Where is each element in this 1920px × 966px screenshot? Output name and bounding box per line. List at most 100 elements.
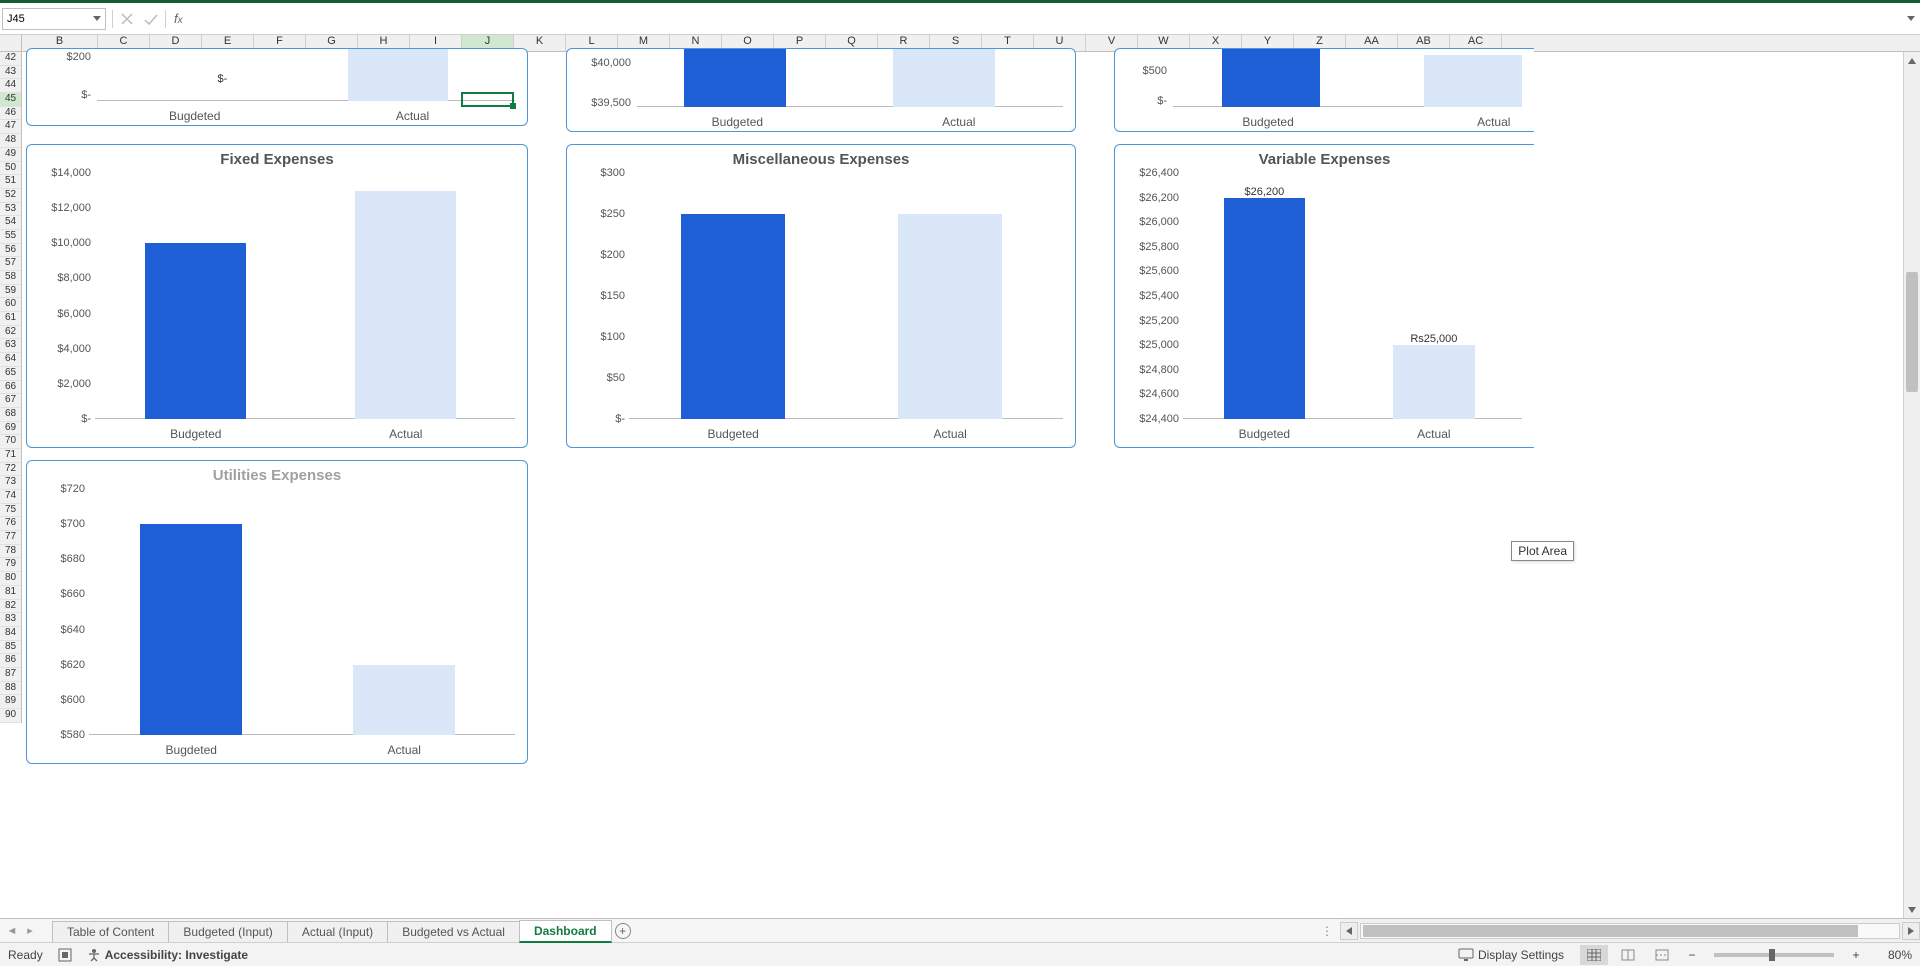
formula-input[interactable]	[189, 8, 1882, 30]
cancel-formula-button[interactable]	[115, 8, 139, 30]
row-header[interactable]: 63	[0, 339, 21, 353]
vertical-scrollbar[interactable]	[1903, 52, 1920, 918]
zoom-in-button[interactable]: +	[1846, 945, 1866, 965]
row-header[interactable]: 88	[0, 682, 21, 696]
row-header[interactable]: 77	[0, 531, 21, 545]
row-header[interactable]: 72	[0, 463, 21, 477]
add-sheet-button[interactable]: +	[611, 919, 635, 942]
chart-card[interactable]: $500 $- Budgeted Actual	[1114, 48, 1534, 132]
row-header[interactable]: 54	[0, 216, 21, 230]
row-header[interactable]: 70	[0, 435, 21, 449]
sheet-cells[interactable]: $200 $- $- Bugdeted Actual $40,000 $39,5…	[22, 52, 1920, 918]
status-ready: Ready	[8, 948, 43, 962]
row-header[interactable]: 67	[0, 394, 21, 408]
row-header[interactable]: 84	[0, 627, 21, 641]
row-header[interactable]: 68	[0, 408, 21, 422]
row-header[interactable]: 60	[0, 298, 21, 312]
row-header[interactable]: 81	[0, 586, 21, 600]
row-header[interactable]: 82	[0, 600, 21, 614]
row-header[interactable]: 64	[0, 353, 21, 367]
fx-icon[interactable]: fx	[168, 11, 189, 26]
row-header[interactable]: 42	[0, 52, 21, 66]
row-header[interactable]: 50	[0, 162, 21, 176]
row-header[interactable]: 89	[0, 695, 21, 709]
row-header[interactable]: 46	[0, 107, 21, 121]
row-header[interactable]: 47	[0, 120, 21, 134]
row-header[interactable]: 55	[0, 230, 21, 244]
chart-title: Fixed Expenses	[27, 151, 527, 168]
sheet-tab[interactable]: Actual (Input)	[287, 921, 388, 942]
row-header[interactable]: 58	[0, 271, 21, 285]
view-page-layout-button[interactable]	[1614, 945, 1642, 965]
chart-card[interactable]: $40,000 $39,500 Budgeted Actual	[566, 48, 1076, 132]
row-header[interactable]: 51	[0, 175, 21, 189]
display-settings-button[interactable]: Display Settings	[1458, 948, 1564, 962]
sheet-tab[interactable]: Budgeted (Input)	[168, 921, 287, 942]
chart-utilities-expenses[interactable]: Utilities Expenses $720$700$680$660$640$…	[26, 460, 528, 764]
name-box[interactable]: J45	[2, 8, 106, 30]
row-header[interactable]: 79	[0, 558, 21, 572]
row-header[interactable]: 65	[0, 367, 21, 381]
sheet-tab-bar: ◄ ▸ Table of ContentBudgeted (Input)Actu…	[0, 918, 1920, 942]
scroll-down-button[interactable]	[1904, 901, 1920, 918]
vscroll-thumb[interactable]	[1906, 272, 1918, 392]
accessibility-status[interactable]: Accessibility: Investigate	[87, 948, 248, 962]
row-header[interactable]: 74	[0, 490, 21, 504]
view-page-break-button[interactable]	[1648, 945, 1676, 965]
row-header[interactable]: 83	[0, 613, 21, 627]
row-header[interactable]: 61	[0, 312, 21, 326]
scroll-right-button[interactable]	[1902, 922, 1920, 940]
row-header[interactable]: 69	[0, 422, 21, 436]
zoom-out-button[interactable]: −	[1682, 945, 1702, 965]
row-header[interactable]: 48	[0, 134, 21, 148]
sheet-tab[interactable]: Dashboard	[519, 920, 612, 943]
row-header[interactable]: 76	[0, 517, 21, 531]
scroll-left-button[interactable]	[1340, 922, 1358, 940]
row-header[interactable]: 86	[0, 654, 21, 668]
row-header[interactable]: 56	[0, 244, 21, 258]
macro-record-icon[interactable]	[57, 947, 73, 963]
sheet-tab[interactable]: Table of Content	[52, 921, 169, 942]
accessibility-icon	[87, 948, 101, 962]
row-header[interactable]: 85	[0, 641, 21, 655]
row-header[interactable]: 62	[0, 326, 21, 340]
sheet-nav-prev[interactable]: ▸	[22, 922, 38, 940]
display-settings-icon	[1458, 948, 1474, 962]
hscroll-thumb[interactable]	[1363, 925, 1858, 937]
chart-variable-expenses[interactable]: Variable Expenses $26,400$26,200$26,000$…	[1114, 144, 1534, 448]
row-header[interactable]: 57	[0, 257, 21, 271]
sheet-tab[interactable]: Budgeted vs Actual	[387, 921, 520, 942]
row-header[interactable]: 87	[0, 668, 21, 682]
row-header[interactable]: 90	[0, 709, 21, 723]
horizontal-scrollbar[interactable]	[1340, 919, 1920, 942]
tab-scroll-handle[interactable]: ⋮	[1314, 919, 1340, 942]
chart-title: Miscellaneous Expenses	[567, 151, 1075, 168]
scroll-up-button[interactable]	[1904, 52, 1920, 69]
row-header[interactable]: 45	[0, 93, 21, 107]
accept-formula-button[interactable]	[139, 8, 163, 30]
row-header[interactable]: 44	[0, 79, 21, 93]
row-header[interactable]: 71	[0, 449, 21, 463]
row-header[interactable]: 75	[0, 504, 21, 518]
chart-misc-expenses[interactable]: Miscellaneous Expenses $300$250$200$150$…	[566, 144, 1076, 448]
row-header[interactable]: 80	[0, 572, 21, 586]
row-header[interactable]: 59	[0, 285, 21, 299]
chart-fixed-expenses[interactable]: Fixed Expenses $14,000$12,000$10,000$8,0…	[26, 144, 528, 448]
row-header[interactable]: 78	[0, 545, 21, 559]
row-headers[interactable]: 4243444546474849505152535455565758596061…	[0, 52, 22, 723]
row-header[interactable]: 52	[0, 189, 21, 203]
row-header[interactable]: 49	[0, 148, 21, 162]
row-header[interactable]: 73	[0, 476, 21, 490]
chevron-down-icon[interactable]	[91, 14, 101, 24]
expand-formula-bar-button[interactable]	[1902, 8, 1920, 30]
select-all-corner[interactable]	[0, 35, 22, 52]
zoom-level: 80%	[1872, 948, 1912, 962]
chart-card[interactable]: $200 $- $- Bugdeted Actual	[26, 48, 528, 126]
zoom-slider[interactable]	[1714, 953, 1834, 957]
view-normal-button[interactable]	[1580, 945, 1608, 965]
row-header[interactable]: 53	[0, 203, 21, 217]
sheet-nav-first[interactable]: ◄	[4, 922, 20, 940]
row-header[interactable]: 43	[0, 66, 21, 80]
row-header[interactable]: 66	[0, 381, 21, 395]
plot-area-tooltip: Plot Area	[1511, 541, 1574, 561]
